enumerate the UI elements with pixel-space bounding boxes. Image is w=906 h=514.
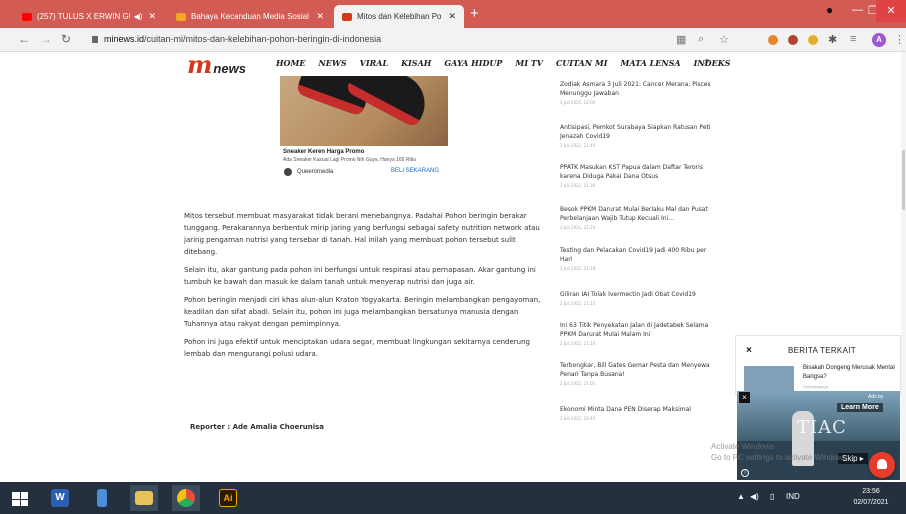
- close-tab-icon[interactable]: ✕: [448, 11, 456, 22]
- menu-news[interactable]: NEWS: [318, 58, 346, 68]
- site-logo[interactable]: m news: [187, 53, 246, 77]
- notification-bell-button[interactable]: [869, 452, 895, 478]
- sidebar-news-item[interactable]: PPATK Masukan KST Papua dalam Daftar Ter…: [560, 163, 720, 188]
- menu-mata-lensa[interactable]: MATA LENSA: [620, 58, 680, 68]
- sidebar-news-item[interactable]: Testing dan Pelacakan Covid19 Jadi 400 R…: [560, 246, 720, 271]
- ad-title[interactable]: Sneaker Keren Harga Promo: [283, 149, 364, 155]
- tab-youtube[interactable]: (257) TULUS X ERWIN GUTA ◀) ✕: [14, 5, 164, 28]
- sidebar-news-item[interactable]: Giliran IAI Tolak Ivermectin Jadi Obat C…: [560, 290, 720, 306]
- youtube-icon: [22, 12, 32, 21]
- minews-favicon: [342, 12, 352, 21]
- scrollbar-thumb[interactable]: [902, 150, 905, 210]
- learn-more-button[interactable]: Learn More: [837, 403, 883, 412]
- search-icon[interactable]: ⌕: [704, 55, 710, 68]
- folder-icon[interactable]: [130, 485, 158, 511]
- lock-icon: [92, 36, 98, 43]
- article-paragraph: Mitos tersebut membuat masyarakat tidak …: [184, 212, 540, 256]
- extension-icon[interactable]: [788, 35, 798, 45]
- article-body: Mitos tersebut membuat masyarakat tidak …: [184, 210, 548, 366]
- address-bar[interactable]: minews.id/cuitan-mi/mitos-dan-kelebihan-…: [104, 34, 381, 44]
- related-news-widget: × BERITA TERKAIT Bisakah Dongeng Merusak…: [735, 335, 901, 395]
- close-tab-icon[interactable]: ✕: [316, 11, 324, 22]
- battery-icon[interactable]: ▯: [770, 492, 774, 501]
- browser-tab-strip: (257) TULUS X ERWIN GUTA ◀) ✕ Bahaya Kec…: [0, 0, 906, 28]
- sidebar-news-item[interactable]: Besok PPKM Darurat Mulai Berlaku Mal dan…: [560, 205, 720, 230]
- close-tab-icon[interactable]: ✕: [148, 11, 156, 22]
- sidebar-news-item[interactable]: Antisipasi, Pemkot Surabaya Siapkan Ratu…: [560, 123, 720, 148]
- windows-start-icon[interactable]: [12, 492, 28, 506]
- tray-expand-icon[interactable]: ▲: [737, 492, 745, 501]
- forward-icon[interactable]: →: [40, 32, 52, 46]
- menu-mi-tv[interactable]: MI TV: [515, 58, 543, 68]
- video-overlay-text: TIAC: [797, 417, 847, 438]
- minimize-button[interactable]: —: [852, 4, 863, 16]
- sidebar-news-item[interactable]: Ini 63 Titik Penyekatan Jalan di Jadetab…: [560, 321, 720, 346]
- illustrator-icon[interactable]: Ai: [214, 485, 242, 511]
- article-paragraph: Pohon ini juga efektif untuk menciptakan…: [184, 338, 530, 358]
- volume-icon[interactable]: ◀): [750, 492, 759, 501]
- main-menu: HOME NEWS VIRAL KISAH GAYA HIDUP MI TV C…: [276, 58, 730, 68]
- close-related-button[interactable]: ×: [746, 345, 752, 356]
- activate-windows-watermark: Activate Windows Go to PC settings to ac…: [711, 442, 850, 462]
- windows-taskbar: W Ai ▲ ◀) ▯ IND 23:56 02/07/2021: [0, 482, 906, 514]
- ad-info-icon[interactable]: i: [741, 469, 749, 477]
- taskbar-clock[interactable]: 23:56 02/07/2021: [842, 486, 900, 508]
- translate-icon[interactable]: ▦: [676, 33, 686, 46]
- related-thumbnail[interactable]: [744, 366, 794, 392]
- browser-toolbar: ← → ↻ minews.id/cuitan-mi/mitos-dan-kele…: [0, 28, 906, 52]
- tab-bahaya[interactable]: Bahaya Kecanduan Media Sosial ✕: [168, 5, 332, 28]
- ad-subtitle: Ada Sneaker Kasual Lagi Promo Nih Guys, …: [283, 157, 417, 163]
- extension-icon[interactable]: [768, 35, 778, 45]
- ads-by-label: Ads by: [868, 394, 884, 400]
- close-video-icon[interactable]: ×: [739, 392, 750, 403]
- ad-cta-button[interactable]: BELI SEKARANG: [391, 168, 439, 174]
- audio-icon[interactable]: ◀): [134, 12, 143, 21]
- menu-cuitan-mi[interactable]: CUITAN MI: [556, 58, 608, 68]
- tab-mitos-active[interactable]: Mitos dan Kelebihan Pohon Beri ✕: [334, 5, 464, 28]
- article-reporter: Reporter : Ade Amalia Choerunisa: [190, 423, 325, 431]
- brand-icon: [284, 168, 292, 176]
- menu-home[interactable]: HOME: [276, 58, 305, 68]
- ad-image[interactable]: [280, 76, 448, 146]
- back-icon[interactable]: ←: [18, 32, 30, 46]
- record-icon: ●: [826, 3, 834, 17]
- profile-avatar[interactable]: A: [872, 33, 886, 47]
- sidebar-news-item[interactable]: Terbongkar, Bill Gates Gemar Pesta dan M…: [560, 361, 720, 386]
- extensions-puzzle-icon[interactable]: ✱: [828, 33, 837, 46]
- site-header: m news HOME NEWS VIRAL KISAH GAYA HIDUP …: [0, 52, 906, 77]
- chrome-icon[interactable]: [172, 485, 200, 511]
- bookmark-star-icon[interactable]: ☆: [719, 33, 729, 46]
- menu-kisah[interactable]: KISAH: [401, 58, 431, 68]
- ad-brand: Queeromedia: [284, 168, 333, 176]
- menu-gaya-hidup[interactable]: GAYA HIDUP: [444, 58, 502, 68]
- reload-icon[interactable]: ↻: [61, 32, 71, 46]
- word-icon[interactable]: W: [46, 485, 74, 511]
- related-label: BERITA TERKAIT: [788, 346, 856, 355]
- bell-icon: [877, 459, 887, 469]
- sidebar-news-item[interactable]: Zodiak Asmara 3 Juli 2021: Cancer Merana…: [560, 80, 720, 105]
- page-scrollbar[interactable]: [901, 52, 906, 482]
- reading-list-icon[interactable]: ≡: [850, 33, 856, 45]
- extension-icon[interactable]: [808, 35, 818, 45]
- minews-favicon: [176, 12, 186, 21]
- new-tab-button[interactable]: +: [470, 5, 479, 22]
- zoom-icon[interactable]: ⌕: [698, 33, 704, 46]
- related-title[interactable]: Bisakah Dongeng Merusak Mental Bangsa? S…: [803, 364, 898, 391]
- window-close-button[interactable]: ✕: [876, 0, 906, 22]
- article-paragraph: Pohon beringin menjadi ciri khas alun-al…: [184, 296, 541, 328]
- file-explorer-icon[interactable]: [88, 485, 116, 511]
- menu-indeks[interactable]: INDEKS: [694, 58, 731, 68]
- sidebar-news-item[interactable]: Ekonomi Minta Dana PEN Diserap Maksimal …: [560, 405, 720, 421]
- browser-menu-icon[interactable]: ⋮: [894, 33, 905, 46]
- menu-viral[interactable]: VIRAL: [360, 58, 388, 68]
- article-paragraph: Selain itu, akar gantung pada pohon ini …: [184, 266, 536, 286]
- language-indicator[interactable]: IND: [786, 492, 800, 501]
